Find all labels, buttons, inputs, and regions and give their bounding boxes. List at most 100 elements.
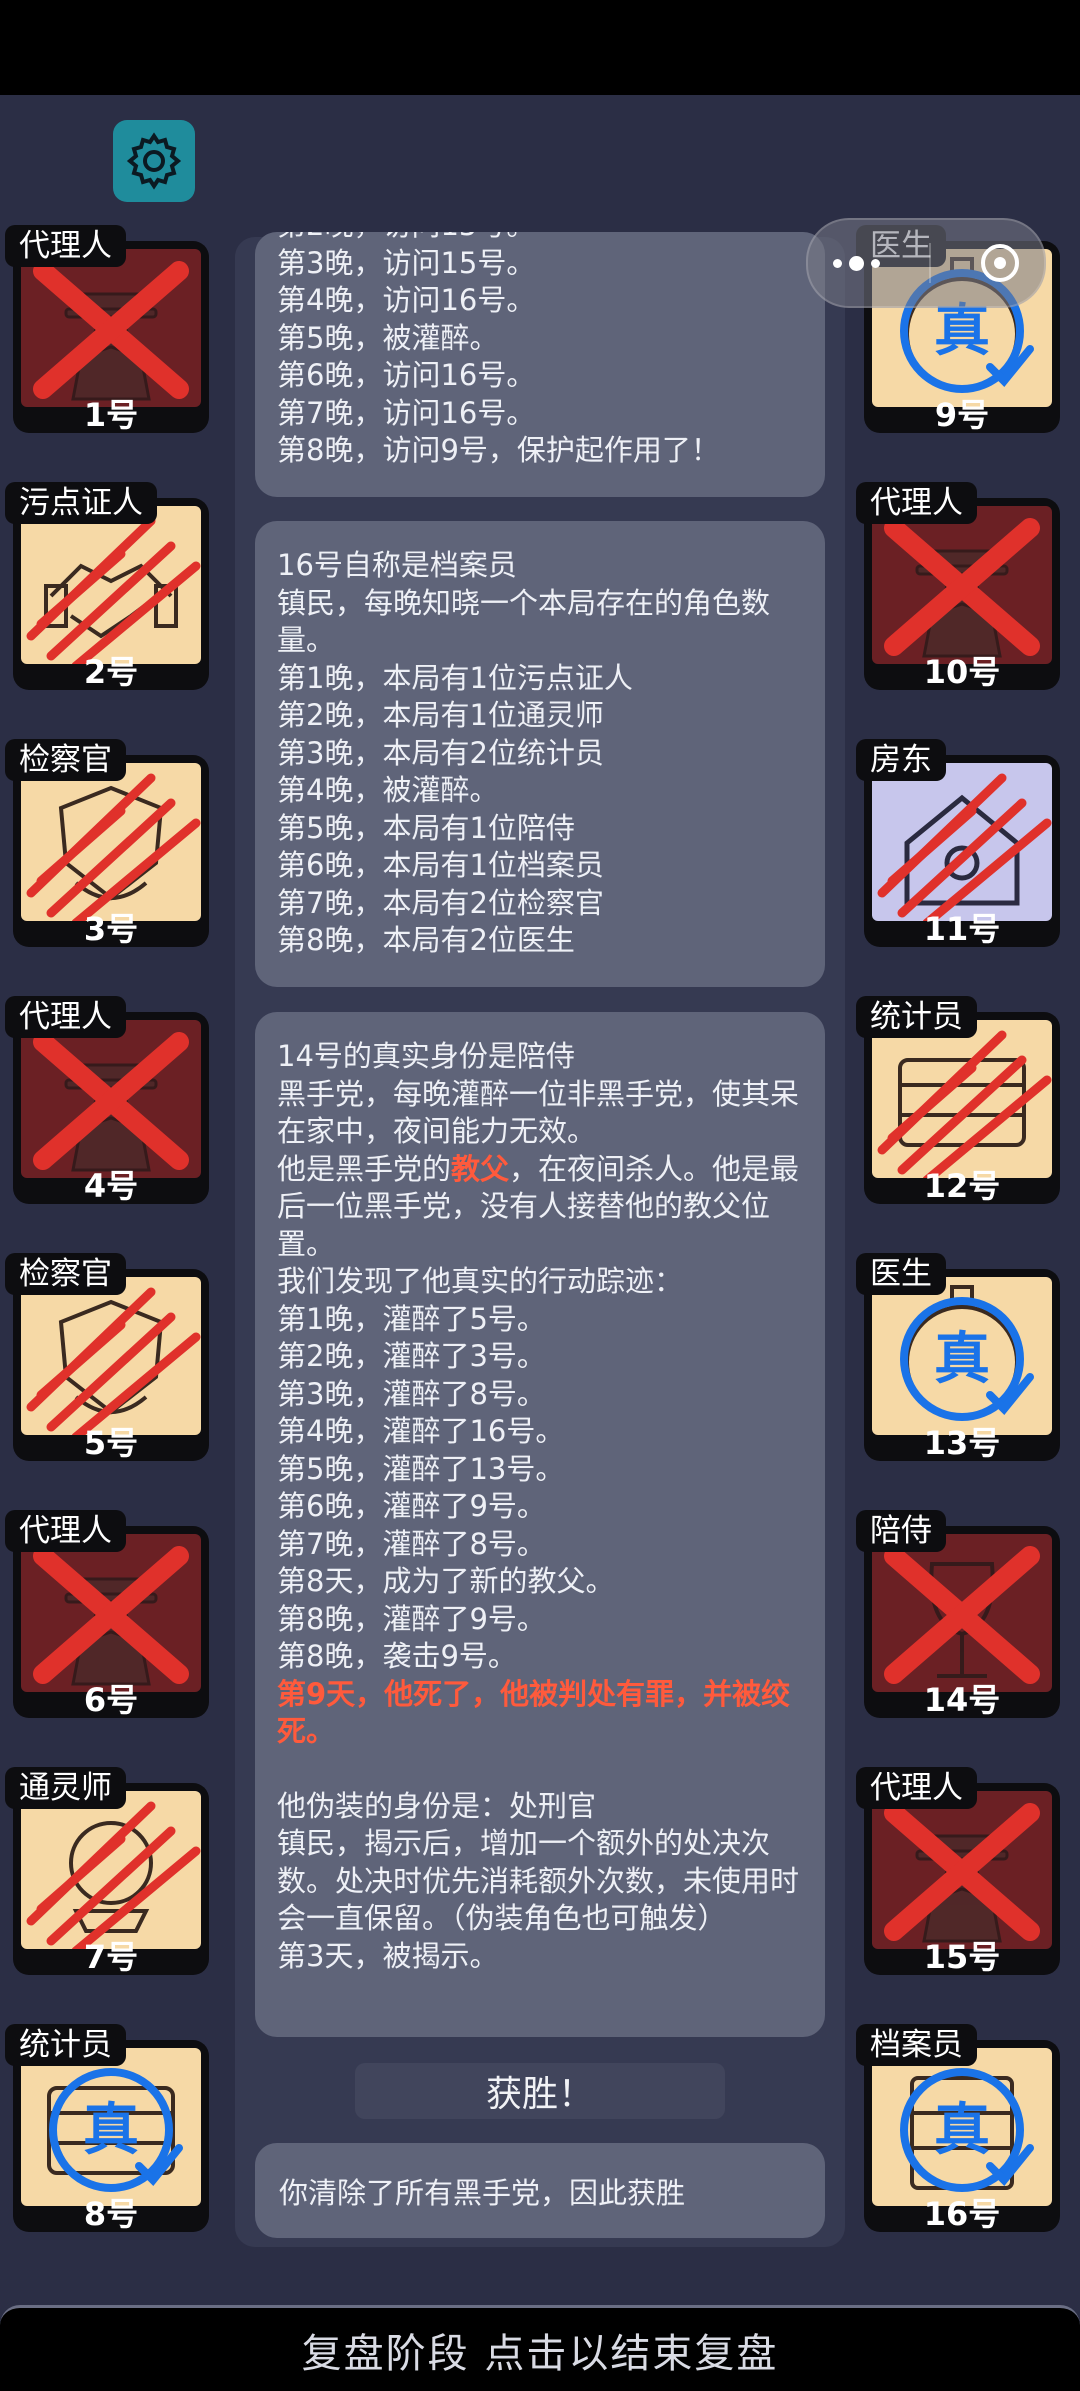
role-label: 检察官 xyxy=(5,739,126,781)
track-title: 我们发现了他真实的行动踪迹： xyxy=(277,1264,684,1298)
card-art xyxy=(21,506,201,664)
log-line: 第2晚，访问15号。 xyxy=(277,232,803,245)
player-number: 13号 xyxy=(923,1424,1001,1462)
player-number: 15号 xyxy=(923,1938,1001,1976)
role-label: 房东 xyxy=(856,739,946,781)
log-line: 第6晚，灌醉了9号。 xyxy=(277,1489,546,1523)
log-line: 第6晚，访问16号。 xyxy=(277,358,536,392)
svg-text:真: 真 xyxy=(934,1327,990,1392)
abacus-icon: 真 xyxy=(47,2068,183,2192)
result-panel: 你清除了所有黑手党，因此获胜 xyxy=(255,2143,825,2238)
player-card[interactable]: 代理人 6号 xyxy=(5,1510,210,1720)
role-label: 代理人 xyxy=(5,225,126,267)
player-number: 2号 xyxy=(83,653,139,691)
player-number: 3号 xyxy=(83,910,139,948)
log-line: 第8晚，袭击9号。 xyxy=(277,1639,517,1673)
player-number: 12号 xyxy=(923,1167,1001,1205)
player-number: 4号 xyxy=(83,1167,139,1205)
card-art xyxy=(872,1534,1052,1692)
player-card[interactable]: 检察官 3号 xyxy=(5,739,210,949)
house-icon xyxy=(877,773,1052,921)
card-art xyxy=(872,1791,1052,1949)
log-line: 第4晚，访问16号。 xyxy=(277,283,536,317)
log-line: 第3晚，访问15号。 xyxy=(277,245,536,280)
log-panel-archivist-claim: 16号自称是档案员 镇民，每晚知晓一个本局存在的角色数量。 第1晚，本局有1位污点证… xyxy=(255,521,825,987)
victory-banner: 获胜！ xyxy=(355,2063,725,2119)
log-line: 第2晚，灌醉了3号。 xyxy=(277,1339,546,1373)
capsule-divider xyxy=(929,243,932,283)
player-number: 14号 xyxy=(923,1681,1001,1719)
hat-man-icon xyxy=(884,518,1040,658)
log-line: 第3晚，灌醉了8号。 xyxy=(277,1376,546,1411)
card-art xyxy=(872,763,1052,921)
role-label: 陪侍 xyxy=(856,1510,946,1552)
svg-text:真: 真 xyxy=(83,2098,139,2163)
role-label: 代理人 xyxy=(856,1767,977,1809)
log-panel-doctor: 第2晚，访问15号。第3晚，访问15号。第4晚，访问16号。第5晚，被灌醉。第6… xyxy=(255,232,825,497)
hat-man-icon xyxy=(33,261,189,401)
player-card[interactable]: 代理人 4号 xyxy=(5,996,210,1206)
log-line: 第1晚，本局有1位污点证人 xyxy=(277,660,633,695)
godfather-highlight: 教父 xyxy=(451,1151,510,1186)
log-line: 第2晚，本局有1位通灵师 xyxy=(277,698,604,732)
player-card[interactable]: 代理人 10号 xyxy=(856,482,1061,692)
end-review-label: 复盘阶段 点击以结束复盘 xyxy=(301,2330,779,2377)
result-text: 你清除了所有黑手党，因此获胜 xyxy=(279,2175,686,2210)
log-line: 第8晚，本局有2位医生 xyxy=(277,923,575,957)
end-review-button[interactable]: 复盘阶段 点击以结束复盘 xyxy=(0,2305,1080,2391)
player-card[interactable]: 检察官 5号 xyxy=(5,1253,210,1463)
role-label: 医生 xyxy=(856,1253,946,1295)
shield-icon xyxy=(26,1287,201,1435)
mini-program-capsule xyxy=(806,218,1046,308)
role-label: 检察官 xyxy=(5,1253,126,1295)
reveal-title: 14号的真实身份是陪侍 xyxy=(277,1039,575,1073)
player-card[interactable]: 真 医生 13号 xyxy=(856,1253,1061,1463)
settings-button[interactable] xyxy=(113,120,195,202)
player-card[interactable]: 污点证人 2号 xyxy=(5,482,210,692)
player-card[interactable]: 真 档案员 16号 xyxy=(856,2024,1061,2234)
true-stamp-icon: 真 xyxy=(900,1297,1034,1421)
target-close-icon[interactable] xyxy=(981,244,1020,282)
player-number: 6号 xyxy=(83,1681,139,1719)
disguise-description: 镇民，揭示后，增加一个额外的处决次数。处决时优先消耗额外次数，未使用时会一直保留… xyxy=(277,1826,800,1935)
role-label: 代理人 xyxy=(5,996,126,1038)
hat-man-icon xyxy=(884,1803,1040,1943)
player-card[interactable]: 代理人 15号 xyxy=(856,1767,1061,1977)
svg-text:真: 真 xyxy=(934,299,990,364)
player-card[interactable]: 真 统计员 8号 xyxy=(5,2024,210,2234)
log-line: 第8晚，访问9号，保护起作用了！ xyxy=(277,433,720,467)
card-art xyxy=(872,1020,1052,1178)
status-bar xyxy=(0,0,1080,95)
card-art xyxy=(21,1277,201,1435)
role-label: 统计员 xyxy=(5,2024,126,2066)
log-line: 第7晚，访问16号。 xyxy=(277,395,536,430)
more-dots-icon[interactable] xyxy=(832,255,880,271)
log-line: 第7晚，灌醉了8号。 xyxy=(277,1526,546,1561)
disguise-event: 第3天，被揭示。 xyxy=(277,1938,499,1973)
hat-man-icon xyxy=(33,1032,189,1172)
log-line: 第4晚，灌醉了16号。 xyxy=(277,1414,565,1448)
log-line: 镇民，每晚知晓一个本局存在的角色数量。 xyxy=(277,585,771,658)
player-card[interactable]: 通灵师 7号 xyxy=(5,1767,210,1977)
log-line: 第4晚，被灌醉。 xyxy=(277,773,499,807)
log-line: 第5晚，本局有1位陪侍 xyxy=(277,810,575,845)
log-line: 16号自称是档案员 xyxy=(277,548,517,582)
role-label: 代理人 xyxy=(5,1510,126,1552)
gear-icon xyxy=(126,132,182,190)
card-art xyxy=(21,1020,201,1178)
card-art: 真 xyxy=(872,1277,1052,1435)
player-number: 9号 xyxy=(934,396,990,434)
claw-mark xyxy=(26,1801,201,1949)
log-line: 第8晚，灌醉了9号。 xyxy=(277,1601,546,1636)
player-card[interactable]: 陪侍 14号 xyxy=(856,1510,1061,1720)
hat-man-icon xyxy=(33,1546,189,1686)
player-card[interactable]: 统计员 12号 xyxy=(856,996,1061,1206)
player-number: 1号 xyxy=(83,396,139,434)
role-label: 污点证人 xyxy=(5,482,157,524)
card-art xyxy=(21,249,201,407)
card-art xyxy=(872,506,1052,664)
card-art xyxy=(21,763,201,921)
player-card[interactable]: 房东 11号 xyxy=(856,739,1061,949)
shield-icon xyxy=(26,773,201,921)
player-card[interactable]: 代理人 1号 xyxy=(5,225,210,435)
